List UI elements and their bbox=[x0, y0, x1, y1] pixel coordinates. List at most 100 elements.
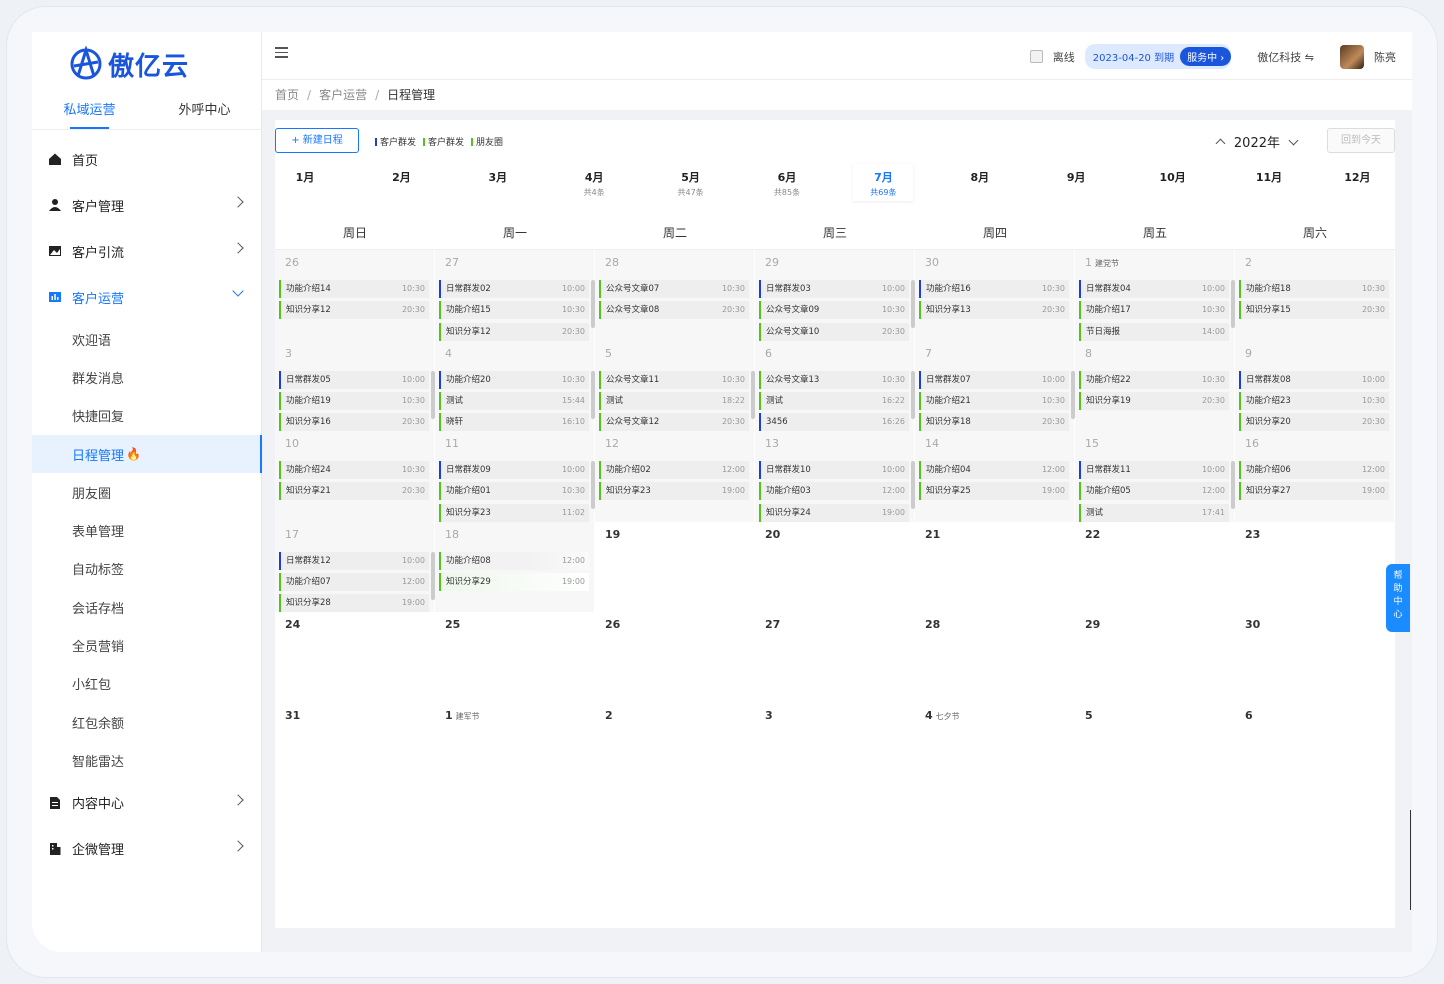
schedule-event[interactable]: 功能介绍02 12:00 bbox=[599, 461, 749, 479]
sidebar-subitem[interactable]: 欢迎语 bbox=[32, 320, 262, 358]
back-to-today-button[interactable]: 回到今天 bbox=[1327, 128, 1395, 153]
calendar-day[interactable]: 20 bbox=[755, 521, 915, 612]
calendar-day[interactable]: 13 日常群发10 10:00 功能介绍03 12:00 知识分享24 19:00 bbox=[755, 431, 915, 522]
schedule-event[interactable]: 公众号文章10 20:30 bbox=[759, 322, 909, 341]
breadcrumb-customer-operation[interactable]: 客户运营 bbox=[319, 88, 367, 102]
schedule-event[interactable]: 知识分享28 19:00 bbox=[279, 594, 429, 613]
sidebar-subitem[interactable]: 表单管理 bbox=[32, 511, 262, 549]
schedule-event[interactable]: 功能介绍15 10:30 bbox=[439, 301, 589, 320]
calendar-day[interactable]: 10 功能介绍24 10:30 知识分享21 20:30 bbox=[275, 431, 435, 522]
schedule-event[interactable]: 功能介绍03 12:00 bbox=[759, 482, 909, 501]
calendar-day[interactable]: 16 功能介绍06 12:00 知识分享27 19:00 bbox=[1235, 431, 1395, 522]
sidebar-subitem[interactable]: 全员营销 bbox=[32, 626, 262, 664]
schedule-event[interactable]: 知识分享12 20:30 bbox=[439, 322, 589, 341]
calendar-day[interactable]: 25 bbox=[435, 612, 595, 703]
schedule-event[interactable]: 知识分享20 20:30 bbox=[1239, 413, 1389, 432]
schedule-event[interactable]: 日常群发12 10:00 bbox=[279, 551, 429, 570]
calendar-day[interactable]: 1 建党节 日常群发04 10:00 功能介绍17 10:30 节日海报 14:00 bbox=[1075, 250, 1235, 341]
schedule-event[interactable]: 知识分享13 20:30 bbox=[919, 301, 1069, 320]
sidebar-subitem[interactable]: 会话存档 bbox=[32, 588, 262, 626]
calendar-day[interactable]: 30 功能介绍16 10:30 知识分享13 20:30 bbox=[915, 250, 1075, 341]
sidebar-subitem[interactable]: 自动标签 bbox=[32, 550, 262, 588]
schedule-event[interactable]: 日常群发02 10:00 bbox=[439, 280, 589, 298]
month-tab[interactable]: 12月 bbox=[1327, 164, 1387, 201]
year-selector[interactable]: 2022年 bbox=[1215, 132, 1299, 151]
schedule-event[interactable]: 公众号文章07 10:30 bbox=[599, 280, 749, 298]
sidebar-item[interactable]: 客户管理 bbox=[32, 182, 262, 228]
calendar-day[interactable]: 28 公众号文章07 10:30 公众号文章08 20:30 bbox=[595, 250, 755, 341]
schedule-event[interactable]: 公众号文章11 10:30 bbox=[599, 370, 749, 389]
schedule-event[interactable]: 日常群发11 10:00 bbox=[1079, 461, 1229, 479]
schedule-event[interactable]: 知识分享12 20:30 bbox=[279, 301, 429, 320]
calendar-day[interactable]: 3 bbox=[755, 702, 915, 793]
month-tab[interactable]: 10月 bbox=[1143, 164, 1203, 201]
schedule-event[interactable]: 功能介绍24 10:30 bbox=[279, 461, 429, 479]
calendar-day[interactable]: 5 bbox=[1075, 702, 1235, 793]
schedule-event[interactable]: 知识分享27 19:00 bbox=[1239, 482, 1389, 501]
tab-call-center[interactable]: 外呼中心 bbox=[147, 98, 262, 129]
schedule-event[interactable]: 功能介绍01 10:30 bbox=[439, 482, 589, 501]
new-schedule-button[interactable]: + 新建日程 bbox=[275, 128, 359, 153]
schedule-event[interactable]: 知识分享23 19:00 bbox=[599, 482, 749, 501]
schedule-event[interactable]: 测试 15:44 bbox=[439, 391, 589, 410]
schedule-event[interactable]: 功能介绍07 12:00 bbox=[279, 572, 429, 591]
schedule-event[interactable]: 知识分享25 19:00 bbox=[919, 482, 1069, 501]
schedule-event[interactable]: 公众号文章13 10:30 bbox=[759, 370, 909, 389]
help-center-button[interactable]: 帮助中心 bbox=[1386, 564, 1410, 632]
calendar-day[interactable]: 30 bbox=[1235, 612, 1395, 703]
calendar-day[interactable]: 15 日常群发11 10:00 功能介绍05 12:00 测试 17:41 bbox=[1075, 431, 1235, 522]
calendar-day[interactable]: 26 功能介绍14 10:30 知识分享12 20:30 bbox=[275, 250, 435, 341]
schedule-event[interactable]: 公众号文章08 20:30 bbox=[599, 301, 749, 320]
calendar-day[interactable]: 3 日常群发05 10:00 功能介绍19 10:30 知识分享16 20:30 bbox=[275, 340, 435, 432]
schedule-event[interactable]: 功能介绍04 12:00 bbox=[919, 461, 1069, 479]
calendar-day[interactable]: 2 bbox=[595, 702, 755, 793]
chevron-down-icon[interactable] bbox=[1288, 135, 1299, 145]
sidebar-subitem[interactable]: 红包余额 bbox=[32, 703, 262, 741]
schedule-event[interactable]: 日常群发09 10:00 bbox=[439, 461, 589, 479]
schedule-event[interactable]: 测试 18:22 bbox=[599, 391, 749, 410]
month-tab[interactable]: 4月 共4条 bbox=[564, 164, 624, 201]
schedule-event[interactable]: 知识分享19 20:30 bbox=[1079, 391, 1229, 410]
month-tab[interactable]: 8月 bbox=[950, 164, 1010, 201]
schedule-event[interactable]: 功能介绍18 10:30 bbox=[1239, 280, 1389, 298]
schedule-event[interactable]: 功能介绍17 10:30 bbox=[1079, 301, 1229, 320]
schedule-event[interactable]: 知识分享23 11:02 bbox=[439, 503, 589, 522]
schedule-event[interactable]: 日常群发08 10:00 bbox=[1239, 370, 1389, 389]
schedule-event[interactable]: 知识分享18 20:30 bbox=[919, 413, 1069, 432]
calendar-day[interactable]: 26 bbox=[595, 612, 755, 703]
month-tab[interactable]: 11月 bbox=[1239, 164, 1299, 201]
calendar-day[interactable]: 24 bbox=[275, 612, 435, 703]
schedule-event[interactable]: 功能介绍21 10:30 bbox=[919, 391, 1069, 410]
schedule-event[interactable]: 节日海报 14:00 bbox=[1079, 322, 1229, 341]
schedule-event[interactable]: 功能介绍14 10:30 bbox=[279, 280, 429, 298]
sidebar-item[interactable]: 客户引流 bbox=[32, 228, 262, 274]
schedule-event[interactable]: 功能介绍06 12:00 bbox=[1239, 461, 1389, 479]
calendar-day[interactable]: 4 功能介绍20 10:30 测试 15:44 晓轩 16:10 bbox=[435, 340, 595, 432]
schedule-event[interactable]: 日常群发10 10:00 bbox=[759, 461, 909, 479]
calendar-day[interactable]: 14 功能介绍04 12:00 知识分享25 19:00 bbox=[915, 431, 1075, 522]
calendar-day[interactable]: 11 日常群发09 10:00 功能介绍01 10:30 知识分享23 11:02 bbox=[435, 431, 595, 522]
calendar-day[interactable]: 22 bbox=[1075, 521, 1235, 612]
calendar-day[interactable]: 4 七夕节 bbox=[915, 702, 1075, 793]
calendar-day[interactable]: 29 bbox=[1075, 612, 1235, 703]
tab-private-operation[interactable]: 私域运营 bbox=[32, 98, 147, 129]
calendar-day[interactable]: 8 功能介绍22 10:30 知识分享19 20:30 bbox=[1075, 340, 1235, 431]
schedule-event[interactable]: 知识分享24 19:00 bbox=[759, 503, 909, 522]
calendar-day[interactable]: 6 公众号文章13 10:30 测试 16:22 3456 16:26 bbox=[755, 340, 915, 432]
chevron-up-icon[interactable] bbox=[1215, 138, 1226, 149]
schedule-event[interactable]: 晓轩 16:10 bbox=[439, 413, 589, 432]
calendar-day[interactable]: 27 bbox=[755, 612, 915, 703]
month-tab[interactable]: 9月 bbox=[1046, 164, 1106, 201]
schedule-event[interactable]: 测试 17:41 bbox=[1079, 503, 1229, 522]
calendar-day[interactable]: 1 建军节 bbox=[435, 702, 595, 793]
schedule-event[interactable]: 功能介绍19 10:30 bbox=[279, 391, 429, 410]
sidebar-subitem[interactable]: 小红包 bbox=[32, 665, 262, 703]
calendar-day[interactable]: 27 日常群发02 10:00 功能介绍15 10:30 知识分享12 20:30 bbox=[435, 250, 595, 341]
company-switch[interactable]: 傲亿科技 ⇋ bbox=[1257, 49, 1314, 65]
schedule-event[interactable]: 知识分享16 20:30 bbox=[279, 413, 429, 432]
calendar-day[interactable]: 17 日常群发12 10:00 功能介绍07 12:00 知识分享28 19:00 bbox=[275, 521, 435, 613]
schedule-event[interactable]: 3456 16:26 bbox=[759, 413, 909, 432]
status-text[interactable]: 离线 bbox=[1053, 49, 1075, 65]
schedule-event[interactable]: 功能介绍23 10:30 bbox=[1239, 391, 1389, 410]
month-tab[interactable]: 5月 共47条 bbox=[661, 164, 721, 201]
